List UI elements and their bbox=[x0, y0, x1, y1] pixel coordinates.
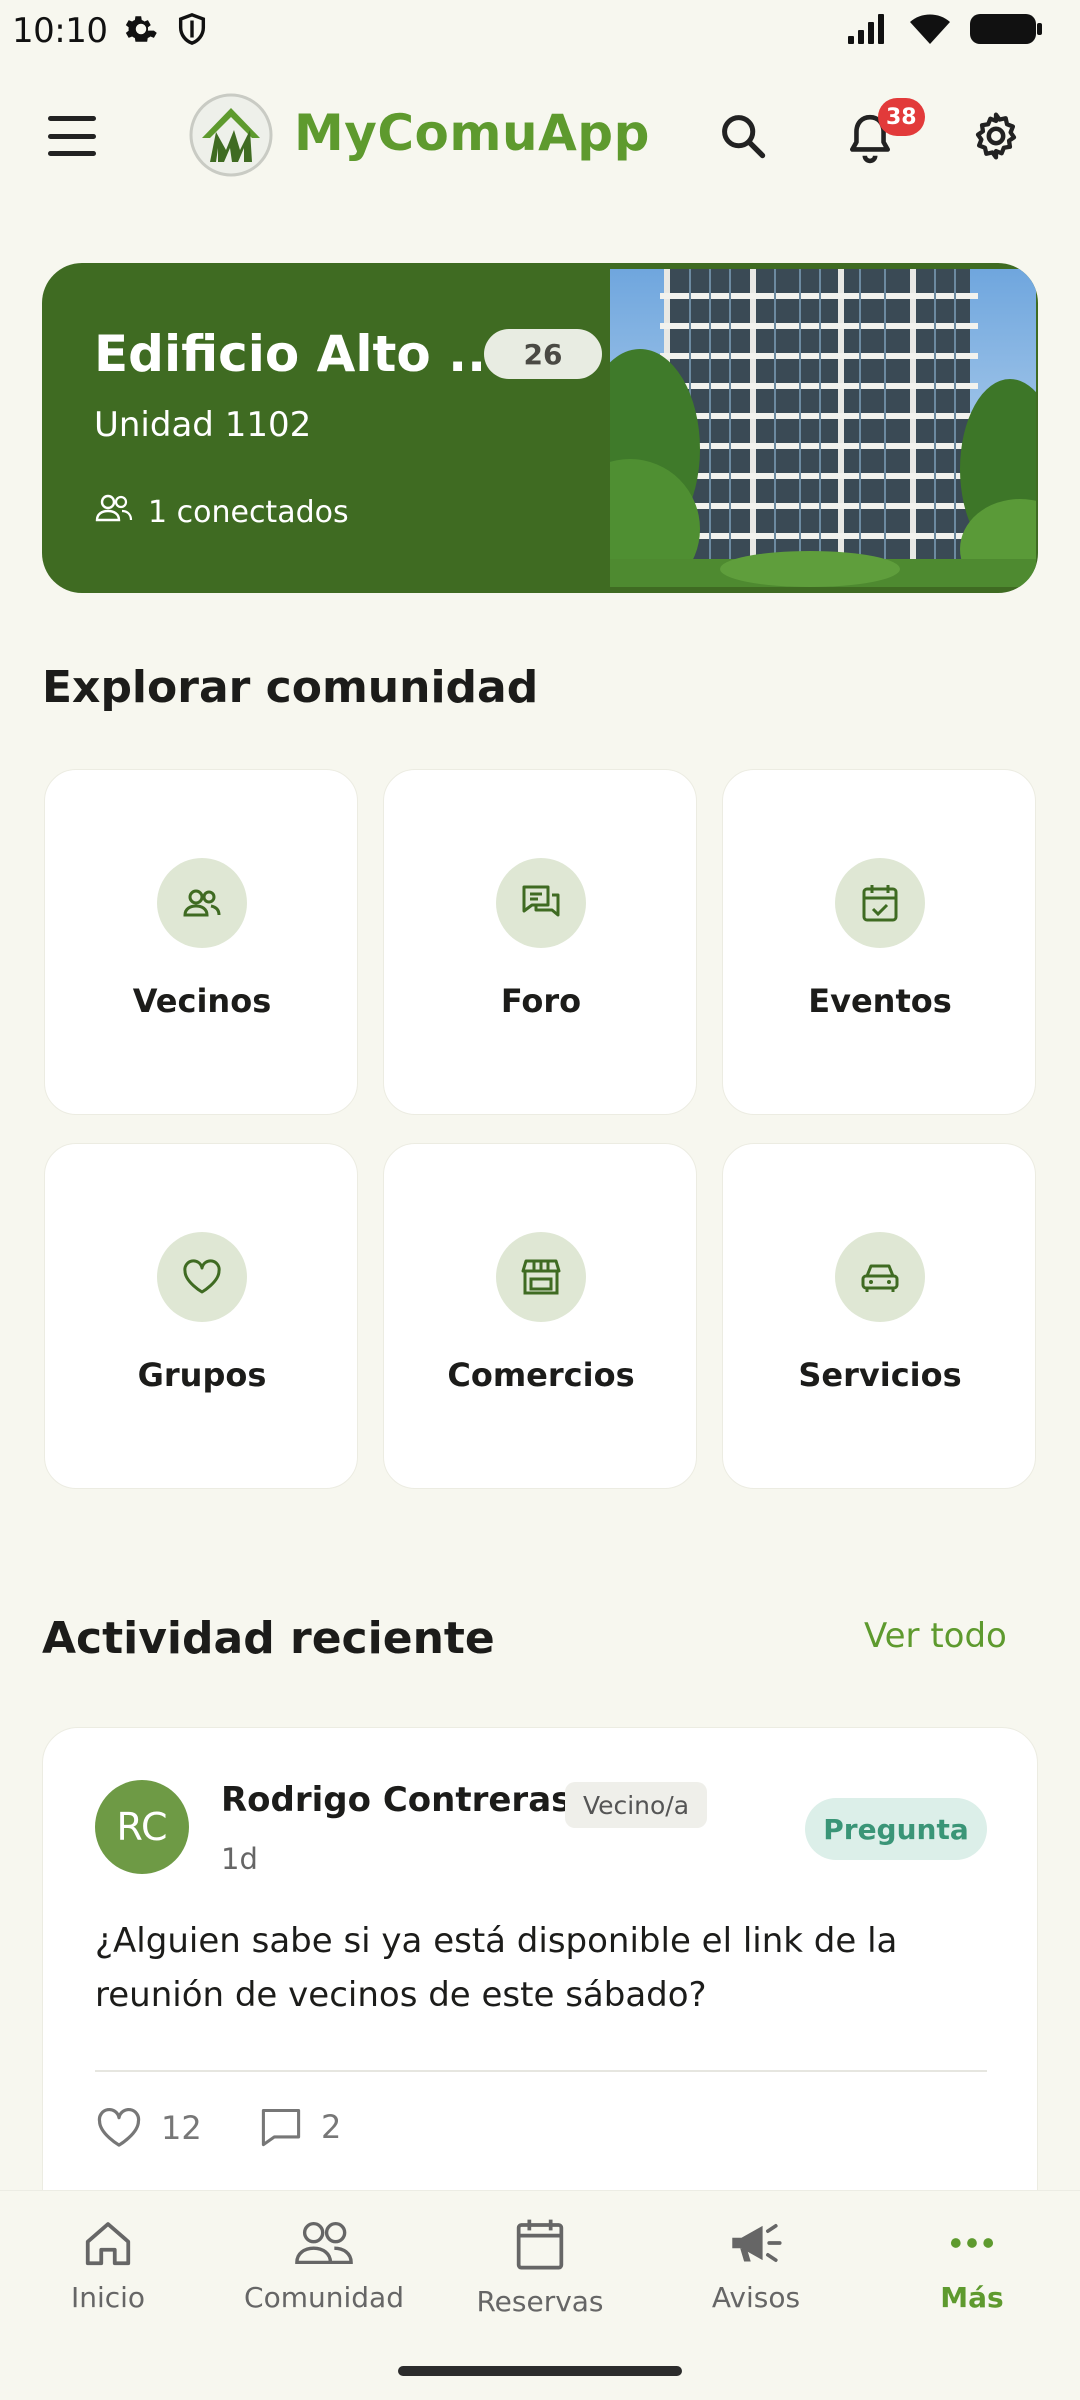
nav-label: Comunidad bbox=[244, 2281, 404, 2314]
nav-label: Avisos bbox=[711, 2281, 801, 2314]
comment-count: 2 bbox=[321, 2108, 342, 2146]
post-time: 1d bbox=[221, 1842, 258, 1876]
nav-label: Reservas bbox=[476, 2285, 604, 2318]
grid-label: Comercios bbox=[447, 1356, 635, 1394]
heart-icon bbox=[157, 1232, 247, 1322]
avatar[interactable]: RC bbox=[95, 1780, 189, 1874]
building-count-badge: 26 bbox=[484, 329, 602, 379]
role-badge: Vecino/a bbox=[565, 1782, 707, 1828]
nav-avisos[interactable]: Avisos bbox=[666, 2217, 846, 2314]
shield-status-icon bbox=[175, 12, 209, 50]
nav-mas[interactable]: Más bbox=[882, 2217, 1062, 2314]
wifi-icon bbox=[908, 12, 952, 50]
building-card[interactable]: Edificio Alto ... 26 Unidad 1102 1 conec… bbox=[42, 263, 1038, 593]
people-icon bbox=[94, 493, 134, 531]
like-count: 12 bbox=[161, 2109, 202, 2147]
settings-icon[interactable] bbox=[960, 100, 1032, 172]
grid-label: Foro bbox=[500, 982, 582, 1020]
settings-status-icon bbox=[123, 11, 159, 51]
store-icon bbox=[496, 1232, 586, 1322]
app-logo bbox=[188, 92, 274, 178]
nav-label: Inicio bbox=[70, 2281, 146, 2314]
car-icon bbox=[835, 1232, 925, 1322]
home-icon bbox=[85, 2222, 131, 2266]
grid-item-vecinos[interactable]: Vecinos bbox=[44, 769, 358, 1115]
building-photo bbox=[560, 269, 1038, 593]
signal-icon bbox=[846, 12, 892, 50]
activity-title: Actividad reciente bbox=[42, 1613, 495, 1664]
connected-status: 1 conectados bbox=[94, 493, 349, 531]
forum-icon bbox=[496, 858, 586, 948]
people-icon bbox=[157, 858, 247, 948]
explore-title: Explorar comunidad bbox=[42, 662, 539, 713]
divider bbox=[95, 2070, 987, 2072]
building-name: Edificio Alto ... bbox=[94, 325, 506, 383]
nav-inicio[interactable]: Inicio bbox=[18, 2217, 198, 2314]
comment-icon bbox=[261, 2108, 301, 2147]
unit-text: Unidad 1102 bbox=[94, 405, 312, 445]
grid-item-foro[interactable]: Foro bbox=[383, 769, 697, 1115]
nav-comunidad[interactable]: Comunidad bbox=[234, 2217, 414, 2314]
menu-icon[interactable] bbox=[44, 110, 100, 162]
status-time: 10:10 bbox=[12, 11, 108, 51]
search-icon[interactable] bbox=[707, 100, 779, 172]
status-bar: 10:10 bbox=[0, 0, 1080, 62]
see-all-link[interactable]: Ver todo bbox=[864, 1616, 1007, 1656]
community-icon bbox=[295, 2221, 353, 2265]
post-body: ¿Alguien sabe si ya está disponible el l… bbox=[95, 1921, 898, 2015]
megaphone-icon bbox=[732, 2224, 782, 2262]
heart-outline-icon bbox=[97, 2108, 141, 2147]
grid-label: Grupos bbox=[137, 1356, 267, 1394]
app-title: MyComuApp bbox=[294, 104, 650, 162]
grid-label: Eventos bbox=[808, 982, 952, 1020]
comment-button[interactable]: 2 bbox=[259, 2106, 341, 2148]
nav-reservas[interactable]: Reservas bbox=[450, 2217, 630, 2318]
nav-label: Más bbox=[940, 2281, 1004, 2314]
grid-item-grupos[interactable]: Grupos bbox=[44, 1143, 358, 1489]
grid-label: Vecinos bbox=[132, 982, 272, 1020]
app-bar: MyComuApp 38 bbox=[0, 62, 1080, 210]
grid-label: Servicios bbox=[798, 1356, 962, 1394]
grid-item-eventos[interactable]: Eventos bbox=[722, 769, 1036, 1115]
grid-item-comercios[interactable]: Comercios bbox=[383, 1143, 697, 1489]
post-author[interactable]: Rodrigo Contreras bbox=[221, 1780, 571, 1820]
battery-icon bbox=[968, 11, 1044, 51]
calendar-check-icon bbox=[835, 858, 925, 948]
calendar-icon bbox=[516, 2219, 564, 2270]
connected-count: 1 conectados bbox=[148, 494, 349, 530]
like-button[interactable]: 12 bbox=[95, 2106, 202, 2150]
post-type-badge: Pregunta bbox=[805, 1798, 987, 1860]
more-icon bbox=[950, 2238, 994, 2248]
grid-item-servicios[interactable]: Servicios bbox=[722, 1143, 1036, 1489]
home-indicator[interactable] bbox=[398, 2366, 682, 2376]
notification-badge: 38 bbox=[878, 98, 925, 136]
